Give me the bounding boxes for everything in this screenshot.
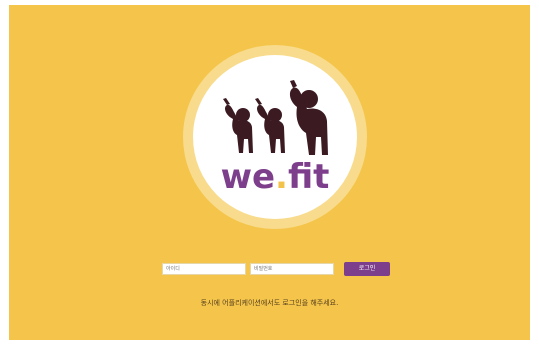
brand-name-part1: we [220,157,276,197]
logo-ring: we.fit [183,45,367,229]
id-input[interactable] [162,263,246,275]
stretching-person-icon [289,80,328,155]
stretching-person-icon [223,98,253,153]
logo: we.fit [193,55,357,219]
brand-dot: . [275,157,288,197]
login-button[interactable]: 로그인 [344,262,390,276]
login-page: we.fit 로그인 동시에 어플리케이션에서도 로그인을 해주세요. [9,5,530,340]
brand-name-part2: fit [287,157,330,197]
login-notice: 동시에 어플리케이션에서도 로그인을 해주세요. [200,299,339,307]
password-input[interactable] [250,263,334,275]
stretching-person-icon [255,98,285,153]
brand-wordmark: we.fit [193,157,357,197]
